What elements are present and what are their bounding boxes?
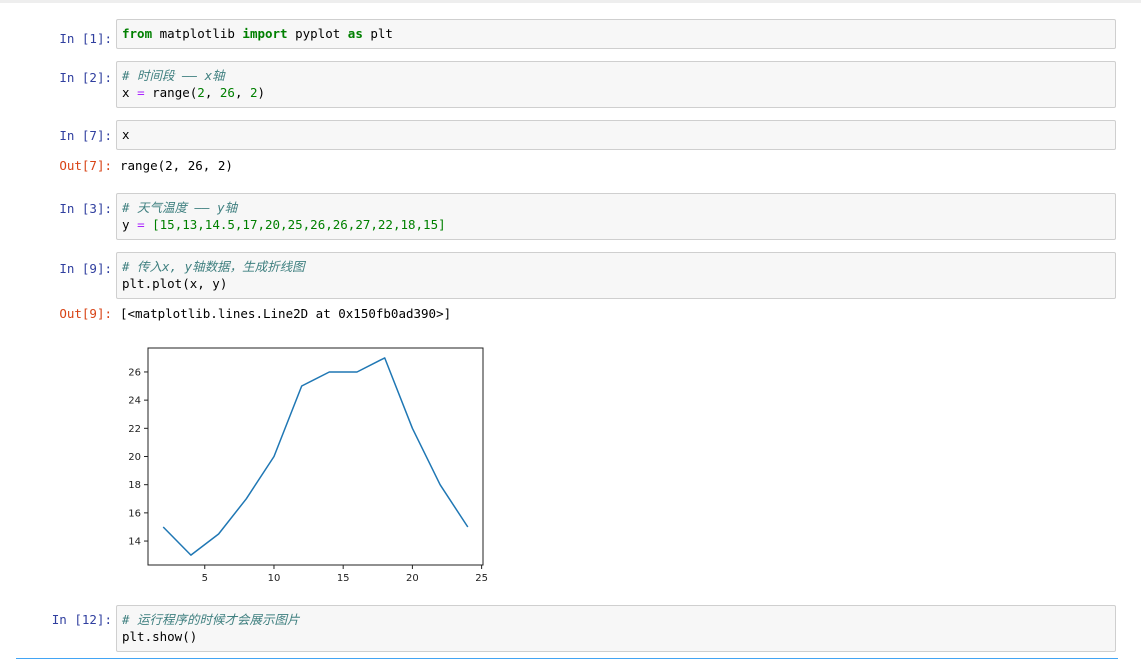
cell-2-in-prompt: In [2]: <box>59 70 112 85</box>
cell-1-in-prompt: In [1]: <box>59 31 112 46</box>
number: 26 <box>219 85 235 100</box>
y-tick-label: 16 <box>128 508 141 519</box>
number: 2 <box>250 85 258 100</box>
cell-3-out-prompt: Out[7]: <box>59 158 112 173</box>
operator: = <box>137 217 145 232</box>
cell-2-code: x = range(2, 26, 2) <box>122 84 1110 101</box>
cell-3-output: range(2, 26, 2) <box>120 158 233 173</box>
cell-5-in-prompt: In [9]: <box>59 261 112 276</box>
y-tick-label: 24 <box>128 396 141 407</box>
cell-5-out-prompt: Out[9]: <box>59 306 112 321</box>
y-tick-label: 14 <box>128 537 141 548</box>
cell-3-code: x <box>122 127 130 142</box>
x-tick-label: 25 <box>475 573 488 584</box>
plot-area <box>147 347 484 566</box>
cell-5-comment: # 传入x, y轴数据，生成折线图 <box>122 259 305 274</box>
operator: = <box>137 85 145 100</box>
y-tick-label: 20 <box>128 452 141 463</box>
y-tick-label: 26 <box>128 367 141 378</box>
x-tick-label: 15 <box>337 573 350 584</box>
cell-4-in-prompt: In [3]: <box>59 201 112 216</box>
code-text: ) <box>257 85 266 100</box>
cell-2-input[interactable]: # 时间段 —— x轴 x = range(2, 26, 2) <box>116 61 1116 108</box>
cell-5-input[interactable]: # 传入x, y轴数据，生成折线图 plt.plot(x, y) <box>116 252 1116 299</box>
cell-4-comment: # 天气温度 —— y轴 <box>122 200 238 215</box>
x-tick-label: 20 <box>406 573 419 584</box>
code-text: pyplot <box>287 26 348 41</box>
cell-1-code: from matplotlib import pyplot as plt <box>122 25 1110 42</box>
cell-6-in-prompt: In [12]: <box>51 612 112 627</box>
code-text: plt <box>362 26 393 41</box>
cell-5-code: plt.plot(x, y) <box>122 276 228 291</box>
cell-1-input[interactable]: from matplotlib import pyplot as plt <box>116 19 1116 49</box>
cell-4-input[interactable]: # 天气温度 —— y轴 y = [15,13,14.5,17,20,25,26… <box>116 193 1116 240</box>
code-text: matplotlib <box>152 26 243 41</box>
x-tick-label: 10 <box>268 573 281 584</box>
cell-3-in-prompt: In [7]: <box>59 128 112 143</box>
y-tick-label: 18 <box>128 480 141 491</box>
keyword: import <box>242 26 288 41</box>
y-tick-label: 22 <box>128 424 141 435</box>
cell-6-input[interactable]: # 运行程序的时候才会展示图片 plt.show() <box>116 605 1116 652</box>
number: 2 <box>197 85 205 100</box>
x-tick-label: 5 <box>202 573 208 584</box>
number-list: [15,13,14.5,17,20,25,26,26,27,22,18,15] <box>152 217 446 232</box>
cell-6-comment: # 运行程序的时候才会展示图片 <box>122 612 300 627</box>
cell-3-input[interactable]: x <box>116 120 1116 150</box>
notebook-area[interactable]: In [1]: from matplotlib import pyplot as… <box>0 3 1141 659</box>
code-text: , <box>204 85 220 100</box>
line-chart: 14 16 18 20 22 24 26 5 10 15 20 25 <box>128 347 488 584</box>
code-text: y <box>122 217 138 232</box>
code-text: x <box>122 85 138 100</box>
cell-5-output: [<matplotlib.lines.Line2D at 0x150fb0ad3… <box>120 306 452 321</box>
cell-4-code: y = [15,13,14.5,17,20,25,26,26,27,22,18,… <box>122 216 1110 233</box>
keyword: from <box>122 26 153 41</box>
keyword: as <box>347 26 363 41</box>
code-text: , <box>234 85 250 100</box>
cell-6-code: plt.show() <box>122 629 198 644</box>
cell-2-comment: # 时间段 —— x轴 <box>122 68 225 83</box>
code-text: range( <box>144 85 198 100</box>
